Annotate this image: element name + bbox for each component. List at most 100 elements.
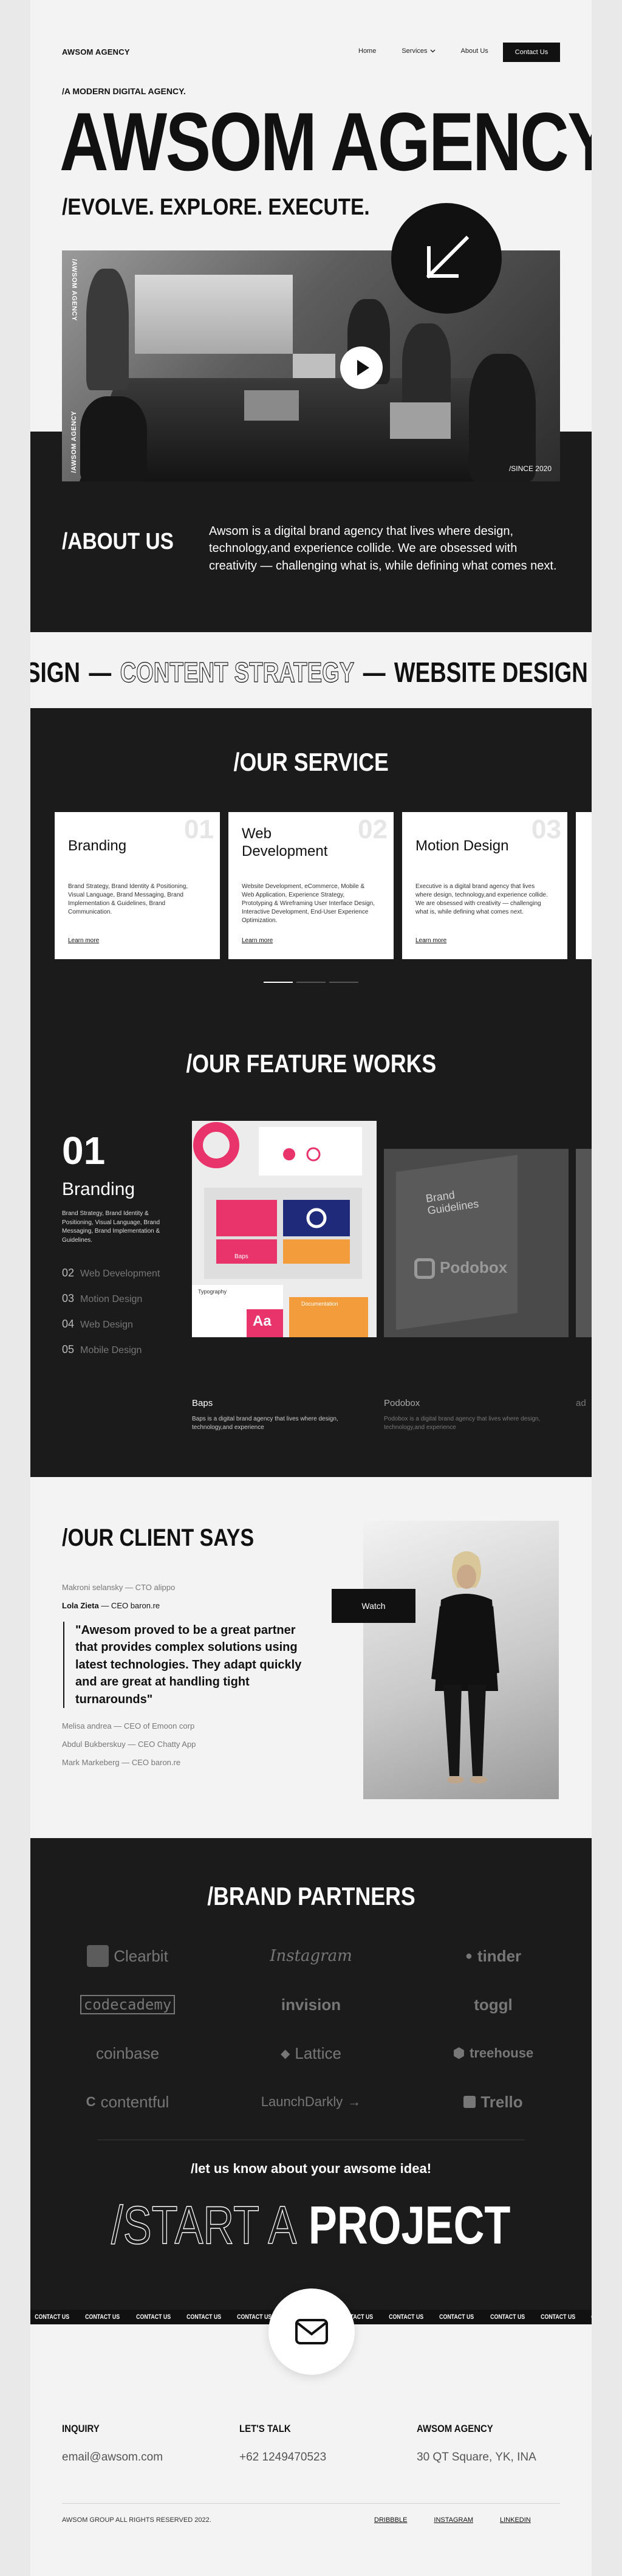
landing-page: AWSOM AGENCY Home Services About Us Cont… (30, 0, 592, 2576)
testimonial-author[interactable]: Mark Markeberg — CEO baron.re (62, 1757, 335, 1775)
service-card-web-development[interactable]: 02 Web Development Website Development, … (228, 812, 394, 959)
testimonial-author[interactable]: Makroni selansky — CTO alippo (62, 1582, 335, 1600)
feature-active-name: Branding (62, 1179, 135, 1199)
feature-category-number: 05 (62, 1343, 75, 1355)
partner-name: treehouse (470, 2045, 534, 2061)
marquee-item: — (89, 656, 112, 688)
play-video-button[interactable] (340, 346, 383, 389)
footer-heading: AWSOM AGENCY (417, 2423, 493, 2434)
nav-link-services-label: Services (402, 47, 428, 55)
social-link-linkedin[interactable]: LINKEDIN (500, 2516, 531, 2524)
service-card-number: 02 (358, 814, 388, 844)
partner-name: Trello (480, 2092, 523, 2111)
baps-mockup-doc: Documentation (301, 1301, 338, 1307)
partner-name: toggl (474, 1995, 513, 2014)
chevron-down-icon (430, 49, 436, 53)
service-card-branding[interactable]: 01 Branding Brand Strategy, Brand Identi… (55, 812, 220, 959)
work-card-podobox[interactable]: Brand Guidelines Podobox (384, 1149, 569, 1337)
social-link-instagram[interactable]: INSTAGRAM (434, 2516, 473, 2524)
marquee-item: WEBSITE DESIGN (394, 656, 588, 688)
testimonial-author[interactable]: Abdul Bukberskuy — CEO Chatty App (62, 1738, 335, 1757)
service-card-desc: Brand Strategy, Brand Identity & Positio… (68, 883, 188, 915)
since-label: /SINCE 2020 (508, 464, 552, 473)
baps-mockup-aa: Aa (253, 1313, 272, 1329)
feature-category-name: Motion Design (80, 1294, 143, 1304)
testimonial-author-role: — CTO alippo (125, 1583, 176, 1592)
work-card-baps[interactable]: Baps Typography Documentation Aa (192, 1121, 377, 1337)
nav-link-services[interactable]: Services (402, 47, 436, 55)
nav-logo[interactable]: AWSOM AGENCY (62, 47, 130, 57)
testimonial-author-name: Abdul Bukberskuy (62, 1739, 126, 1749)
testimonial-author[interactable]: Melisa andrea — CEO of Emoon corp (62, 1720, 335, 1738)
testimonial-author-role: — CEO baron.re (101, 1601, 160, 1610)
feature-category-item[interactable]: 03 Motion Design (62, 1292, 160, 1318)
nav-link-home[interactable]: Home (358, 47, 376, 55)
partners-title-text: /BRAND PARTNERS (207, 1882, 415, 1910)
nav-link-about[interactable]: About Us (461, 47, 488, 55)
feature-category-item[interactable]: 02 Web Development (62, 1267, 160, 1292)
learn-more-link[interactable]: Learn more (242, 937, 273, 944)
service-card-name: Motion Design (415, 838, 509, 854)
partner-name: invision (281, 1995, 341, 2014)
service-card-desc: Executive is a digital brand agency that… (415, 883, 548, 915)
work-desc: Baps is a digital brand agency that live… (192, 1416, 338, 1431)
podobox-logo-icon (414, 1258, 435, 1279)
footer-email-link[interactable]: email@awsom.com (62, 2451, 163, 2464)
watch-video-button[interactable]: Watch (332, 1589, 415, 1623)
carousel-dot[interactable] (296, 982, 326, 983)
learn-more-link[interactable]: Learn more (68, 937, 99, 944)
services-title: /OUR SERVICE (30, 748, 592, 777)
ticker-item: CONTACT US (85, 2313, 120, 2321)
carousel-indicator (264, 982, 358, 983)
feature-active-desc: Brand Strategy, Brand Identity & Positio… (62, 1210, 160, 1244)
ticker-item: CONTACT US (35, 2313, 70, 2321)
partner-logo-treehouse: ⬢ treehouse (420, 2041, 566, 2065)
email-button[interactable] (268, 2288, 355, 2375)
baps-mockup-label: Baps (234, 1253, 248, 1260)
learn-more-link[interactable]: Learn more (415, 937, 446, 944)
social-link-dribbble[interactable]: DRIBBBLE (374, 2516, 407, 2524)
ticker-item: CONTACT US (439, 2313, 474, 2321)
hero-tagline: /A MODERN DIGITAL AGENCY. (62, 86, 186, 96)
contact-us-button[interactable]: Contact Us (503, 43, 560, 62)
feature-category-number: 04 (62, 1318, 75, 1330)
footer-address: 30 QT Square, YK, INA (417, 2451, 536, 2464)
work-card-partial[interactable] (576, 1149, 592, 1337)
partner-logo-invision: invision (238, 1992, 384, 2017)
feature-category-item[interactable]: 05 Mobile Design (62, 1343, 160, 1369)
footer-agency: AWSOM AGENCY 30 QT Square, YK, INA (417, 2423, 536, 2464)
feature-category-item[interactable]: 04 Web Design (62, 1318, 160, 1343)
carousel-dot[interactable] (329, 982, 358, 983)
flame-icon: ● (465, 1949, 473, 1963)
mail-icon (295, 2319, 328, 2344)
work-title: Baps (192, 1398, 213, 1408)
footer-inquiry: INQUIRY email@awsom.com (62, 2423, 163, 2464)
hero-image-laptop (244, 390, 299, 421)
testimonial-author-active[interactable]: Lola Zieta — CEO baron.re (62, 1600, 335, 1618)
partners-title: /BRAND PARTNERS (30, 1882, 592, 1911)
hero-image-person (86, 269, 129, 390)
cta-title[interactable]: /START A PROJECT (30, 2194, 592, 2256)
feature-category-name: Web Design (80, 1320, 133, 1330)
hero-image-laptop (390, 402, 451, 439)
feature-category-number: 03 (62, 1292, 75, 1304)
service-card-number: 03 (531, 814, 561, 844)
lattice-icon: ◆ (281, 2047, 290, 2061)
carousel-dot[interactable] (264, 982, 293, 983)
service-card-motion-design[interactable]: 03 Motion Design Executive is a digital … (402, 812, 567, 959)
podobox-brand: Podobox (440, 1258, 508, 1276)
ticker-item: CONTACT US (490, 2313, 525, 2321)
baps-brand-mockup (192, 1121, 377, 1337)
scroll-down-button[interactable] (391, 203, 502, 314)
play-icon (357, 360, 369, 376)
contentful-icon: C (86, 2094, 96, 2109)
service-card-number: 01 (184, 814, 214, 844)
feature-category-name: Web Development (80, 1269, 160, 1279)
feature-category-number: 02 (62, 1267, 75, 1279)
testimonial-author-role: — CEO baron.re (121, 1757, 181, 1767)
hero-image-screen (135, 275, 293, 354)
hero-title: AWSOM AGENCY (60, 95, 592, 188)
footer-phone-link[interactable]: +62 1249470523 (239, 2451, 326, 2464)
marquee-track: SIGN — CONTENT STRATEGY — WEBSITE DESIGN… (30, 656, 592, 689)
ticker-item: CONTACT US (135, 2313, 171, 2321)
